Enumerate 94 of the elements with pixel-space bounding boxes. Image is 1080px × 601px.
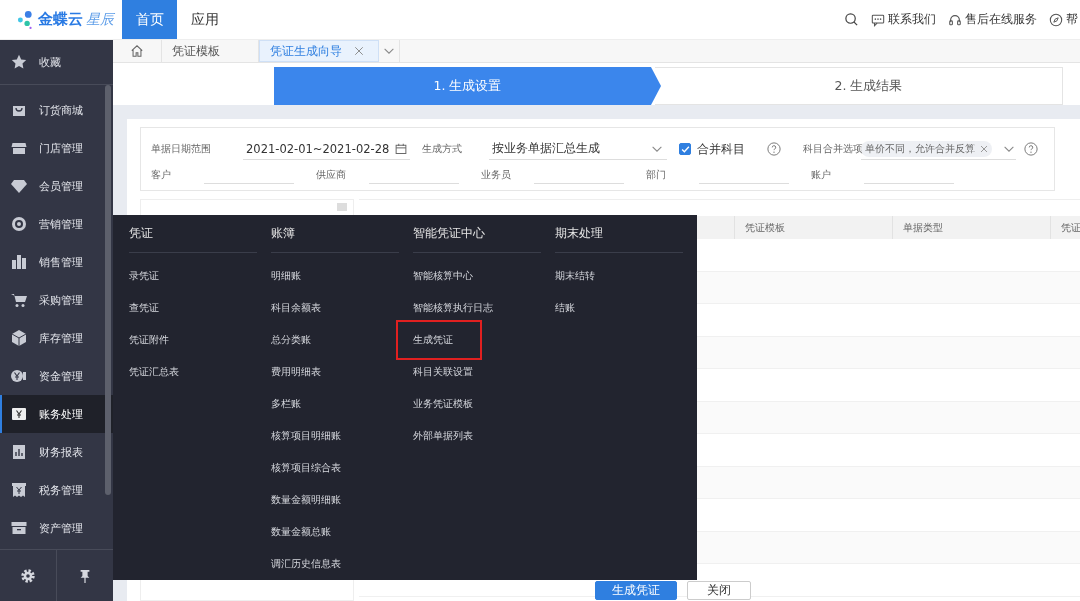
menu-item[interactable]: 费用明细表 <box>271 356 399 388</box>
header-link[interactable]: 售后在线服务 <box>965 11 1037 28</box>
column-header: 凭证 <box>1050 216 1080 239</box>
headset-icon <box>948 12 962 27</box>
coin-icon <box>11 368 27 384</box>
close-icon[interactable] <box>354 46 364 56</box>
logo-text: 金蝶云 <box>38 10 83 29</box>
nav-tab[interactable]: 首页 <box>122 0 177 39</box>
page-tab[interactable]: 凭证生成向导 <box>259 40 379 62</box>
field-label: 供应商 <box>316 167 347 182</box>
archive-icon <box>11 520 27 536</box>
sidebar-item[interactable]: 会员管理 <box>0 167 113 205</box>
header-link[interactable]: 联系我们 <box>888 11 936 28</box>
menu-item[interactable]: 凭证汇总表 <box>129 356 257 388</box>
receipt-icon <box>11 482 27 498</box>
field-label: 部门 <box>646 167 667 182</box>
field-label: 业务员 <box>481 167 512 182</box>
chat-icon <box>871 12 885 27</box>
tag-chip: 单价不同，允许合并反算 <box>861 140 992 157</box>
field-label: 生成方式 <box>422 142 463 156</box>
menu-item[interactable]: 科目余额表 <box>271 292 399 324</box>
scrollbar[interactable] <box>337 203 347 211</box>
menu-heading: 期末处理 <box>555 215 683 253</box>
sidebar-item[interactable]: 库存管理 <box>0 319 113 357</box>
help-icon[interactable] <box>767 142 781 156</box>
checkbox[interactable] <box>679 143 691 155</box>
settings-icon[interactable] <box>20 567 36 584</box>
sidebar-item[interactable]: 税务管理 <box>0 471 113 509</box>
sidebar-item[interactable]: 订货商城 <box>0 91 113 129</box>
menu-item[interactable]: 多栏账 <box>271 388 399 420</box>
method-select[interactable]: 按业务单据汇总生成 <box>489 138 667 160</box>
sidebar-item[interactable]: 销售管理 <box>0 243 113 281</box>
help-icon[interactable] <box>1024 142 1038 156</box>
sidebar-item[interactable]: 资金管理 <box>0 357 113 395</box>
menu-item[interactable]: 调汇历史信息表 <box>271 548 399 580</box>
field-label: 账户 <box>811 167 832 182</box>
close-button[interactable]: 关闭 <box>687 581 751 600</box>
sidebar-item[interactable]: 账务处理 <box>0 395 113 433</box>
logo-dots-icon <box>17 8 35 31</box>
product-name: 星辰 <box>86 10 114 29</box>
menu-item[interactable]: 业务凭证模板 <box>413 388 541 420</box>
menu-item[interactable]: 结账 <box>555 292 683 324</box>
nav-tab[interactable]: 应用 <box>177 0 232 39</box>
menu-item[interactable]: 核算项目综合表 <box>271 452 399 484</box>
header-link[interactable]: 帮 <box>1066 11 1078 28</box>
menu-item[interactable]: 科目关联设置 <box>413 356 541 388</box>
field-label: 客户 <box>151 167 172 182</box>
sidebar-item[interactable]: 营销管理 <box>0 205 113 243</box>
target-icon <box>11 216 27 232</box>
home-icon[interactable] <box>130 44 144 58</box>
bar-chart-icon <box>11 254 27 270</box>
menu-item[interactable]: 数量金额明细账 <box>271 484 399 516</box>
cart-icon <box>11 292 27 308</box>
cube-icon <box>11 330 27 346</box>
pin-icon[interactable] <box>78 567 92 584</box>
sidebar-item[interactable]: 财务报表 <box>0 433 113 471</box>
menu-item[interactable]: 期末结转 <box>555 260 683 292</box>
menu-item[interactable]: 外部单据列表 <box>413 420 541 452</box>
menu-item[interactable]: 凭证附件 <box>129 324 257 356</box>
report-icon <box>11 444 27 460</box>
wizard-step: 1. 生成设置 <box>274 67 661 105</box>
column-header: 单据类型 <box>892 216 1050 239</box>
menu-item[interactable]: 查凭证 <box>129 292 257 324</box>
menu-item[interactable]: 数量金额总账 <box>271 516 399 548</box>
field-label: 单据日期范围 <box>151 142 212 156</box>
menu-heading: 账簿 <box>271 215 399 253</box>
column-header: 凭证模板 <box>734 216 892 239</box>
menu-item[interactable]: 智能核算中心 <box>413 260 541 292</box>
field-label: 科目合并选项 <box>803 142 861 156</box>
menu-item[interactable]: 录凭证 <box>129 260 257 292</box>
menu-item[interactable]: 生成凭证 <box>398 322 480 358</box>
scrollbar[interactable] <box>105 85 111 495</box>
store-icon <box>11 140 27 156</box>
yen-icon <box>11 406 27 422</box>
sidebar-item[interactable]: 资产管理 <box>0 509 113 547</box>
star-icon <box>11 54 27 70</box>
menu-item[interactable]: 智能核算执行日志 <box>413 292 541 324</box>
menu-item[interactable]: 明细账 <box>271 260 399 292</box>
sidebar-item[interactable]: 门店管理 <box>0 129 113 167</box>
menu-heading: 凭证 <box>129 215 257 253</box>
checkbox-label: 合并科目 <box>697 140 745 158</box>
menu-item[interactable]: 核算项目明细账 <box>271 420 399 452</box>
check-icon <box>680 144 690 154</box>
merge-options-select[interactable]: 单价不同，允许合并反算 <box>861 138 1016 160</box>
date-range-field[interactable]: 2021-02-01~2021-02-28 <box>243 138 410 160</box>
compass-icon <box>1049 12 1063 27</box>
remove-tag-icon[interactable] <box>980 144 988 153</box>
generate-button[interactable]: 生成凭证 <box>595 581 677 600</box>
calendar-icon <box>395 142 407 155</box>
diamond-icon <box>11 178 27 194</box>
menu-heading: 智能凭证中心 <box>413 215 541 253</box>
menu-item[interactable]: 总分类账 <box>271 324 399 356</box>
sidebar-item[interactable]: 采购管理 <box>0 281 113 319</box>
search-icon[interactable] <box>844 12 859 27</box>
